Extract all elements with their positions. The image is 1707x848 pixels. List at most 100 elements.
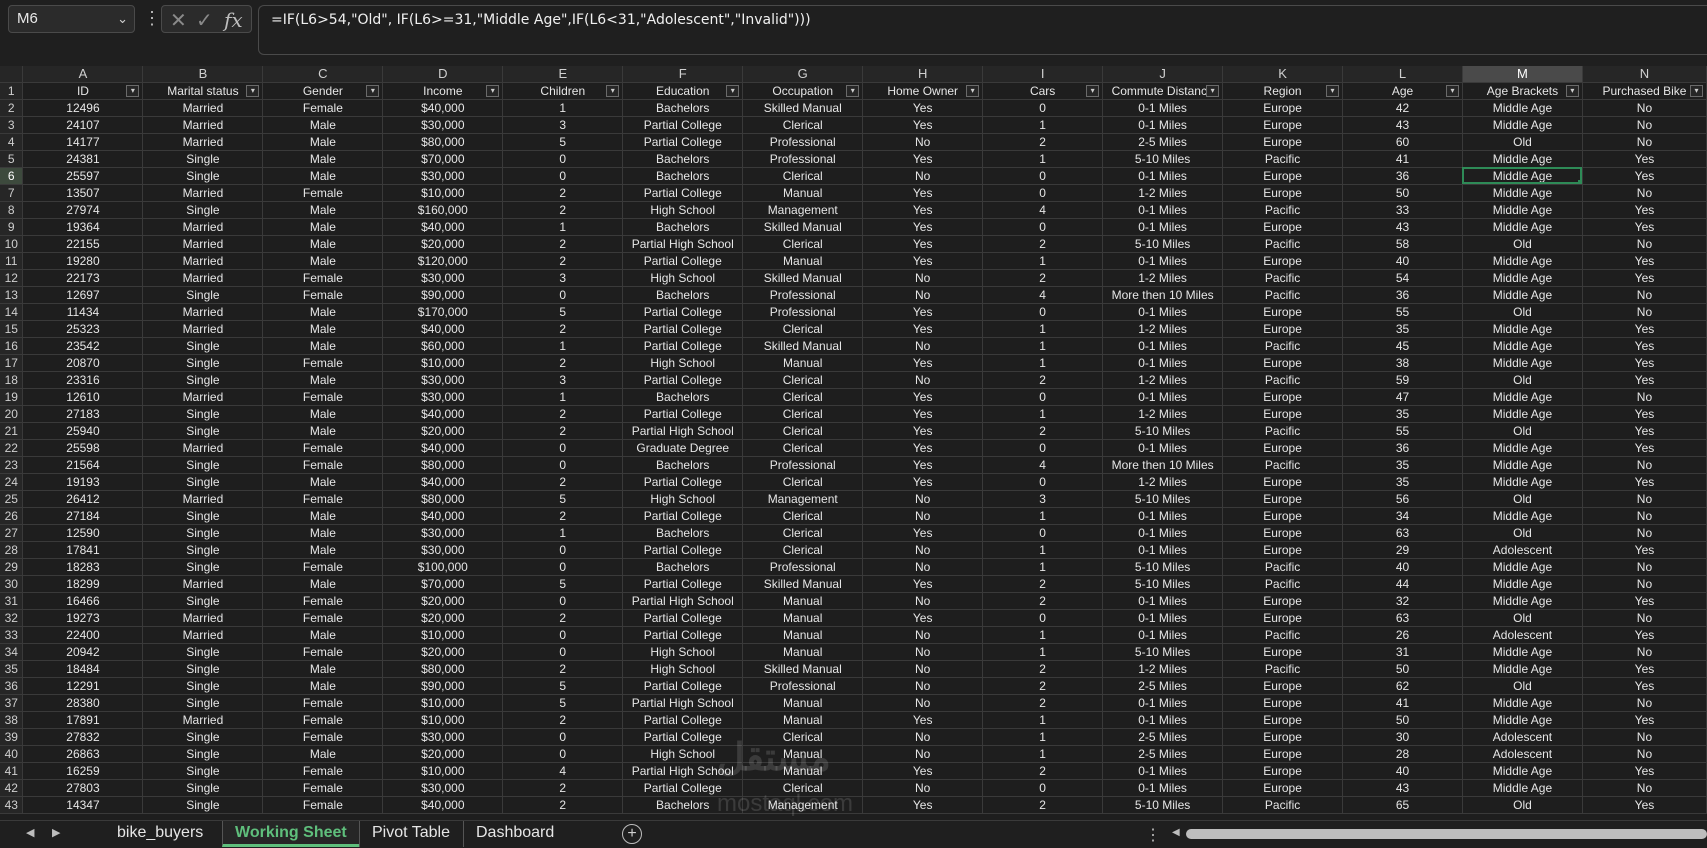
field-header-cell[interactable]: Age Brackets ▾ — [1462, 82, 1583, 100]
cell[interactable]: Clerical — [742, 728, 864, 746]
cell[interactable]: High School — [622, 490, 744, 508]
cell[interactable]: Single — [142, 762, 264, 780]
cell[interactable]: Partial College — [622, 575, 744, 593]
cell[interactable]: 14177 — [22, 133, 144, 151]
cell[interactable]: 4 — [982, 456, 1104, 474]
cell[interactable]: Pacific — [1222, 201, 1344, 219]
cell[interactable]: Yes — [1582, 201, 1707, 219]
cell[interactable]: Single — [142, 422, 264, 440]
cell[interactable]: 17891 — [22, 711, 144, 729]
cell[interactable]: 63 — [1342, 609, 1463, 627]
cell[interactable]: Partial High School — [622, 235, 744, 253]
cell[interactable]: 0 — [982, 388, 1104, 406]
cell[interactable]: Middle Age — [1462, 286, 1583, 304]
cell[interactable]: 4 — [982, 201, 1104, 219]
cell[interactable]: Yes — [862, 201, 984, 219]
cell[interactable]: No — [1582, 609, 1707, 627]
cell[interactable]: Male — [262, 405, 384, 423]
cell[interactable]: No — [1582, 286, 1707, 304]
cell[interactable]: Manual — [742, 626, 864, 644]
row-header[interactable]: 7 — [0, 184, 24, 202]
filter-dropdown-icon[interactable]: ▾ — [246, 84, 260, 97]
cell[interactable]: Yes — [1582, 796, 1707, 814]
cell[interactable]: No — [1582, 456, 1707, 474]
cell[interactable]: No — [1582, 507, 1707, 525]
cell[interactable]: 0-1 Miles — [1102, 626, 1224, 644]
cell[interactable]: Old — [1462, 609, 1583, 627]
cell[interactable]: 0-1 Miles — [1102, 524, 1224, 542]
cell[interactable]: 5-10 Miles — [1102, 422, 1224, 440]
cell[interactable]: 33 — [1342, 201, 1463, 219]
cell[interactable]: 0-1 Miles — [1102, 507, 1224, 525]
cell[interactable]: $30,000 — [382, 167, 504, 185]
chevron-down-icon[interactable]: ⌄ — [117, 6, 128, 32]
cell[interactable]: Single — [142, 354, 264, 372]
cell[interactable]: No — [862, 694, 984, 712]
cell[interactable]: 0 — [982, 439, 1104, 457]
cell[interactable]: Professional — [742, 303, 864, 321]
cell[interactable]: More then 10 Miles — [1102, 286, 1224, 304]
cell[interactable]: Partial College — [622, 541, 744, 559]
cell[interactable]: Single — [142, 405, 264, 423]
cell[interactable]: $10,000 — [382, 354, 504, 372]
cell[interactable]: No — [862, 541, 984, 559]
cell[interactable]: 26412 — [22, 490, 144, 508]
row-header[interactable]: 32 — [0, 609, 24, 627]
cell[interactable]: Male — [262, 337, 384, 355]
field-header-cell[interactable]: Age ▾ — [1342, 82, 1463, 100]
cell[interactable]: Single — [142, 286, 264, 304]
cell[interactable]: 0-1 Miles — [1102, 252, 1224, 270]
cell[interactable]: 27183 — [22, 405, 144, 423]
cell[interactable]: 2 — [982, 133, 1104, 151]
cell[interactable]: Professional — [742, 558, 864, 576]
cell[interactable]: 0 — [502, 286, 624, 304]
cell[interactable]: $20,000 — [382, 592, 504, 610]
cell[interactable]: High School — [622, 745, 744, 763]
cell[interactable]: Yes — [862, 575, 984, 593]
cell[interactable]: 0-1 Miles — [1102, 609, 1224, 627]
cell[interactable]: 0-1 Miles — [1102, 337, 1224, 355]
cell[interactable]: Yes — [1582, 320, 1707, 338]
cell[interactable]: Female — [262, 779, 384, 797]
cell[interactable]: 36 — [1342, 439, 1463, 457]
next-sheet-icon[interactable]: ▶ — [52, 826, 60, 839]
cell[interactable]: 25323 — [22, 320, 144, 338]
cell[interactable]: 0 — [982, 218, 1104, 236]
cell[interactable]: 1 — [982, 354, 1104, 372]
cell[interactable]: 2 — [502, 354, 624, 372]
row-header[interactable]: 3 — [0, 116, 24, 134]
cell[interactable]: Europe — [1222, 490, 1344, 508]
field-header-cell[interactable]: Commute Distance ▾ — [1102, 82, 1224, 100]
cell[interactable]: 3 — [502, 116, 624, 134]
column-header-k[interactable]: K — [1222, 66, 1344, 83]
cell[interactable]: $10,000 — [382, 626, 504, 644]
cell[interactable]: $20,000 — [382, 643, 504, 661]
cell[interactable]: 1 — [982, 728, 1104, 746]
cell[interactable]: Middle Age — [1462, 184, 1583, 202]
cell[interactable]: 5-10 Miles — [1102, 558, 1224, 576]
row-header[interactable]: 8 — [0, 201, 24, 219]
cell[interactable]: $40,000 — [382, 796, 504, 814]
filter-dropdown-icon[interactable]: ▾ — [1086, 84, 1100, 97]
cell[interactable]: Europe — [1222, 609, 1344, 627]
cell[interactable]: No — [1582, 728, 1707, 746]
cell[interactable]: Management — [742, 796, 864, 814]
cell[interactable]: 5 — [502, 133, 624, 151]
horizontal-scrollbar[interactable]: ◀ — [1172, 827, 1707, 841]
cell[interactable]: Middle Age — [1462, 762, 1583, 780]
row-header[interactable]: 33 — [0, 626, 24, 644]
cell[interactable]: $80,000 — [382, 456, 504, 474]
cell[interactable]: $20,000 — [382, 609, 504, 627]
cell[interactable]: Yes — [862, 184, 984, 202]
field-header-cell[interactable]: Income ▾ — [382, 82, 504, 100]
cell[interactable]: Old — [1462, 677, 1583, 695]
cell[interactable]: Partial College — [622, 133, 744, 151]
cell[interactable]: 1 — [502, 218, 624, 236]
cell[interactable]: Middle Age — [1462, 558, 1583, 576]
cell[interactable]: Married — [142, 575, 264, 593]
cell[interactable]: No — [1582, 116, 1707, 134]
cell[interactable]: High School — [622, 660, 744, 678]
cell[interactable]: No — [1582, 575, 1707, 593]
cell[interactable]: Married — [142, 99, 264, 117]
cell[interactable]: 54 — [1342, 269, 1463, 287]
